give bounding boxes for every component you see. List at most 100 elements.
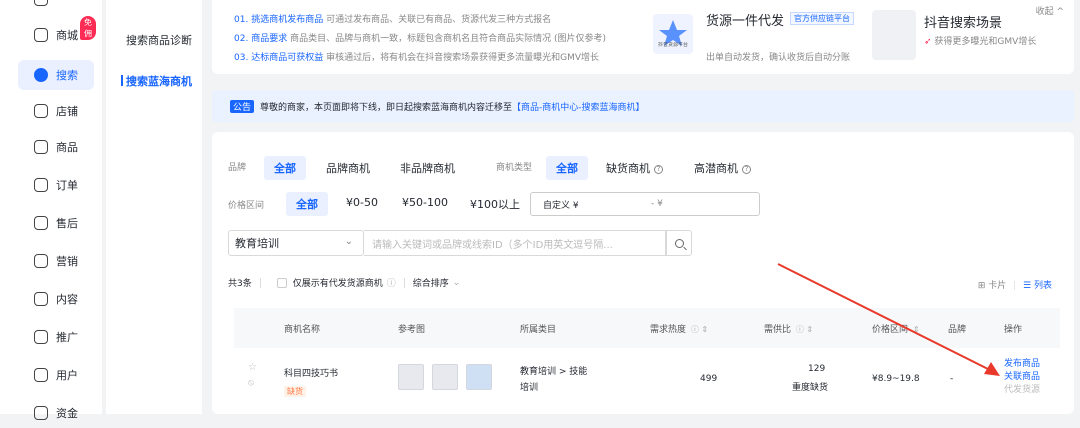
price-filter-label: 价格区间: [228, 201, 265, 211]
guide-card: 01. 挑选商机发布商品 可通过发布商品、关联已有商品、货源代发三种方式报名 0…: [212, 0, 1074, 74]
col-price[interactable]: 价格区间 ⇕: [872, 322, 920, 335]
dropship-checkbox[interactable]: [276, 277, 287, 288]
type-filter-label: 商机类型: [496, 163, 533, 173]
nav-item-funds[interactable]: 资金: [18, 398, 94, 428]
dropship-checkbox-label: 仅展示有代发货源商机: [292, 279, 383, 289]
nav-item-aftersale[interactable]: 售后: [18, 208, 94, 238]
megaphone-icon: [34, 254, 48, 268]
official-tag: 官方供应链平台: [790, 12, 854, 25]
dropship-source-link[interactable]: 代发货源: [1004, 384, 1040, 397]
high-potential-chip[interactable]: 高潜商机?: [684, 156, 761, 180]
brand-filter-label: 品牌: [228, 163, 247, 173]
publish-goods-link[interactable]: 发布商品: [1004, 358, 1040, 371]
wallet-icon: [34, 406, 48, 420]
col-ops: 操作: [1004, 325, 1023, 335]
col-name: 商机名称: [284, 325, 321, 335]
col-category: 所属类目: [520, 325, 557, 335]
non-brand-chip[interactable]: 非品牌商机: [390, 156, 465, 180]
opportunity-panel: 品牌 全部 品牌商机 非品牌商机 商机类型 全部 缺货商机? 高潜商机? 价格区…: [212, 132, 1074, 414]
reference-image-1[interactable]: [398, 364, 424, 390]
search-scene-icon: [872, 10, 916, 60]
view-toggle: ⊞ 卡片 | ☰ 列表: [977, 281, 1052, 291]
promo-search-desc: ➶ 获得更多曝光和GMV增长: [924, 37, 1037, 47]
result-count: 共3条: [228, 279, 252, 289]
nav-label: 内容: [56, 293, 78, 306]
nav-icon: [34, 0, 48, 6]
custom-price-input[interactable]: 自定义 ¥ - ¥: [530, 192, 760, 216]
reference-image-2[interactable]: [432, 364, 458, 390]
nav-item-search[interactable]: 搜索: [18, 60, 94, 90]
nav-item-marketing[interactable]: 营销: [18, 246, 94, 276]
shop-icon: [34, 104, 48, 118]
category-select[interactable]: 教育培训 ⌄: [228, 230, 364, 256]
brand-all-chip[interactable]: 全部: [264, 156, 306, 180]
goods-icon: [34, 140, 48, 154]
guide-step-1: 01. 挑选商机发布商品 可通过发布商品、关联已有商品、货源代发三种方式报名: [234, 15, 552, 25]
nav-item-content[interactable]: 内容: [18, 284, 94, 314]
col-heat[interactable]: 需求热度 ⓘ ⇕: [650, 322, 708, 335]
aftersale-icon: [34, 216, 48, 230]
price-all-chip[interactable]: 全部: [286, 192, 328, 216]
announcement-link[interactable]: 【商品-商机中心-搜索蓝海商机】: [512, 100, 645, 113]
price-50-100-chip[interactable]: ¥50-100: [392, 192, 458, 213]
nav-item-shop[interactable]: 店铺: [18, 96, 94, 126]
flame-icon: ➶: [924, 37, 932, 47]
order-icon: [34, 178, 48, 192]
link-goods-link[interactable]: 关联商品: [1004, 371, 1040, 384]
card-view-button[interactable]: ⊞ 卡片: [978, 281, 1006, 291]
ratio-value: 129: [808, 364, 826, 374]
nav-label: 推广: [56, 331, 78, 344]
left-nav: 商城 免佣 搜索 店铺 商品 订单 售后 营销 内容 推广 用户 资金: [0, 0, 102, 420]
promo-dropship-title[interactable]: 货源一件代发: [706, 10, 784, 29]
nav-item-promotion[interactable]: 推广: [18, 322, 94, 352]
stockout-chip[interactable]: 缺货商机?: [596, 156, 673, 180]
help-icon: ?: [742, 164, 751, 174]
price-100-plus-chip[interactable]: ¥100以上: [460, 192, 530, 216]
favorite-star-icon[interactable]: ☆: [248, 362, 257, 373]
search-icon: [34, 68, 48, 82]
nav-label: 用户: [56, 369, 78, 382]
announcement-text: 尊敬的商家，本页面即将下线，即日起搜索蓝海商机内容迁移至: [260, 102, 513, 113]
nav-label: 营销: [56, 255, 78, 268]
nav-item-top[interactable]: [18, 0, 94, 14]
nav-item-mall[interactable]: 商城 免佣: [18, 16, 96, 50]
nav-item-orders[interactable]: 订单: [18, 170, 94, 200]
nav-label: 售后: [56, 217, 78, 230]
search-icon: [674, 238, 684, 248]
block-icon[interactable]: ⦸: [248, 378, 254, 388]
collapse-button[interactable]: 收起 ^: [1036, 4, 1064, 17]
nav-item-goods[interactable]: 商品: [18, 132, 94, 162]
user-icon: [34, 368, 48, 382]
nav-item-users[interactable]: 用户: [18, 360, 94, 390]
nav-label: 店铺: [56, 105, 78, 118]
col-brand: 品牌: [948, 325, 967, 335]
price-0-50-chip[interactable]: ¥0-50: [336, 192, 388, 213]
row-actions: 发布商品 关联商品 代发货源: [1004, 358, 1040, 397]
result-toolbar: 共3条 仅展示有代发货源商机 ⓘ 综合排序 ⌄: [228, 276, 461, 289]
table-row: ☆ ⦸ 科目四技巧书 缺货 教育培训 > 技能 培训 499 129 重度缺货 …: [234, 348, 1060, 414]
announcement-bar: 公告 尊敬的商家，本页面即将下线，即日起搜索蓝海商机内容迁移至 【商品-商机中心…: [212, 90, 1074, 122]
category-line-1: 教育培训 > 技能: [520, 367, 588, 377]
sort-select[interactable]: 综合排序: [413, 276, 449, 289]
reference-image-3[interactable]: [466, 364, 492, 390]
list-view-button[interactable]: ☰ 列表: [1023, 281, 1052, 291]
brand-chip[interactable]: 品牌商机: [316, 156, 380, 180]
nav-label: 资金: [56, 407, 78, 420]
opportunity-name: 科目四技巧书: [284, 369, 339, 379]
category-line-2: 培训: [520, 383, 539, 393]
subnav-item-blue-ocean[interactable]: 搜索蓝海商机: [121, 73, 192, 89]
guide-step-3: 03. 达标商品可获权益 审核通过后，将有机会在抖音搜索场景获得更多流量曝光和G…: [234, 53, 599, 63]
free-badge: 免佣: [80, 16, 96, 40]
search-input[interactable]: 请输入关键词或品牌或线索ID（多个ID用英文逗号隔...: [364, 230, 666, 256]
nav-label: 订单: [56, 179, 78, 192]
content-icon: [34, 292, 48, 306]
search-button[interactable]: [666, 230, 692, 256]
home-icon: [34, 28, 48, 42]
subnav-item-diagnosis[interactable]: 搜索商品诊断: [126, 32, 192, 48]
promo-search-title[interactable]: 抖音搜索场景: [924, 12, 1002, 31]
nav-label: 商品: [56, 141, 78, 154]
col-ratio[interactable]: 需供比 ⓘ ⇕: [764, 322, 813, 335]
price-range: ¥8.9~19.8: [872, 374, 920, 384]
type-all-chip[interactable]: 全部: [546, 156, 588, 180]
ratio-note: 重度缺货: [792, 383, 829, 393]
